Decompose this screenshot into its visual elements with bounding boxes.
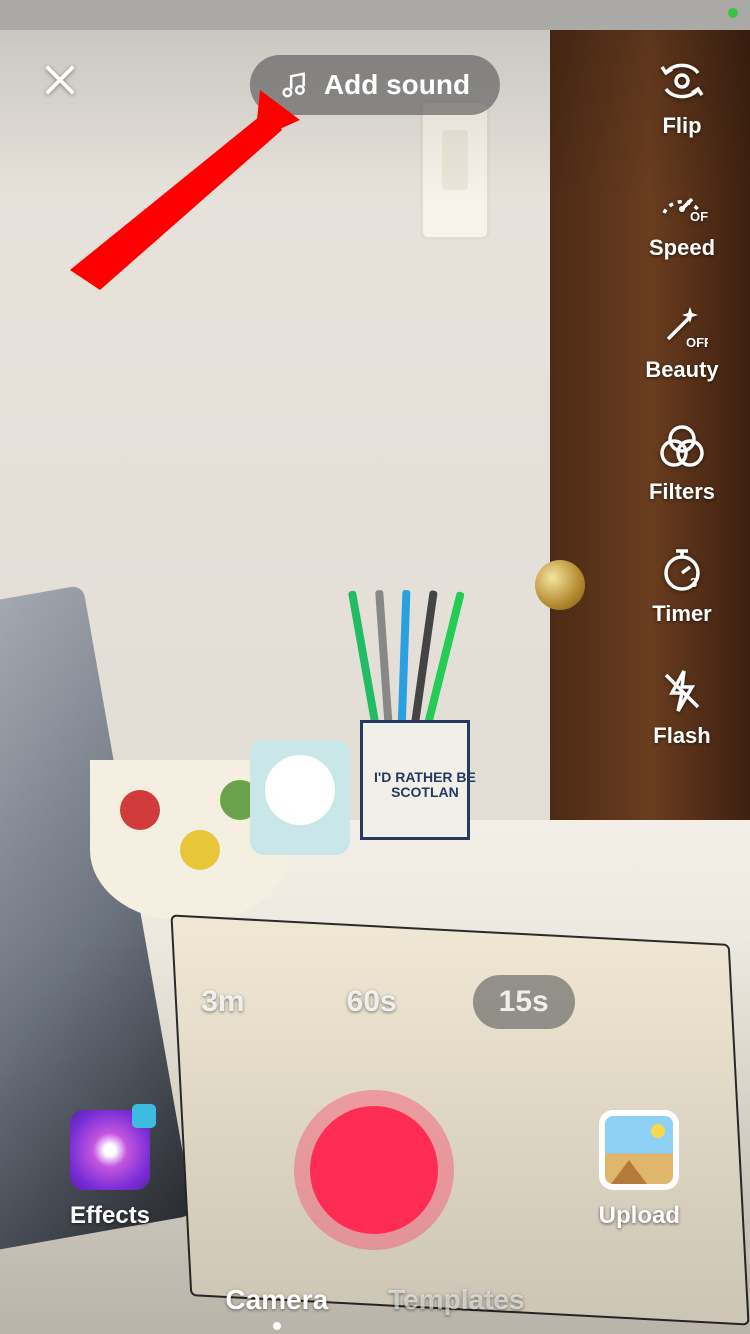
- timer-button[interactable]: 3 Timer: [652, 543, 712, 627]
- duration-selector: 3m 60s 15s: [0, 975, 750, 1029]
- add-sound-button[interactable]: Add sound: [250, 55, 500, 115]
- record-button-inner: [310, 1106, 438, 1234]
- close-button[interactable]: [35, 55, 85, 105]
- mode-tabs: Camera Templates: [0, 1284, 750, 1316]
- svg-text:OFF: OFF: [686, 335, 708, 350]
- duration-option-15s[interactable]: 15s: [473, 975, 575, 1029]
- tool-rail: Flip OFF Speed OFF Beauty: [632, 55, 732, 749]
- mode-tab-camera[interactable]: Camera: [225, 1284, 328, 1316]
- flip-button[interactable]: Flip: [656, 55, 708, 139]
- record-button[interactable]: [294, 1090, 454, 1250]
- beauty-button[interactable]: OFF Beauty: [645, 299, 718, 383]
- status-bar: [0, 0, 750, 30]
- magic-wand-icon: OFF: [656, 299, 708, 351]
- flash-off-icon: [656, 665, 708, 717]
- beauty-label: Beauty: [645, 357, 718, 383]
- timer-label: Timer: [652, 601, 712, 627]
- filters-button[interactable]: Filters: [649, 421, 715, 505]
- music-note-icon: [280, 70, 310, 100]
- upload-thumbnail: [599, 1110, 679, 1190]
- stopwatch-icon: 3: [656, 543, 708, 595]
- flash-label: Flash: [653, 723, 710, 749]
- filters-label: Filters: [649, 479, 715, 505]
- svg-text:3: 3: [690, 575, 697, 590]
- camera-screen: I'D RATHER BE SCOTLAN Add sound: [0, 0, 750, 1334]
- flip-label: Flip: [662, 113, 701, 139]
- svg-text:OFF: OFF: [690, 209, 708, 224]
- effects-icon: [70, 1110, 150, 1190]
- add-sound-label: Add sound: [324, 69, 470, 101]
- speed-label: Speed: [649, 235, 715, 261]
- duration-option-3m[interactable]: 3m: [175, 975, 270, 1029]
- upload-button[interactable]: Upload: [599, 1110, 680, 1230]
- image-icon: [605, 1116, 673, 1184]
- filters-icon: [656, 421, 708, 473]
- flash-button[interactable]: Flash: [653, 665, 710, 749]
- flip-icon: [656, 55, 708, 107]
- bottom-controls: Effects Upload: [0, 1090, 750, 1250]
- speed-button[interactable]: OFF Speed: [649, 177, 715, 261]
- upload-label: Upload: [599, 1202, 680, 1230]
- recording-indicator-dot: [728, 8, 738, 18]
- mode-tab-templates[interactable]: Templates: [388, 1284, 524, 1316]
- duration-option-60s[interactable]: 60s: [321, 975, 423, 1029]
- effects-label: Effects: [70, 1202, 150, 1230]
- speedometer-icon: OFF: [656, 177, 708, 229]
- effects-button[interactable]: Effects: [70, 1110, 150, 1230]
- close-icon: [41, 61, 79, 99]
